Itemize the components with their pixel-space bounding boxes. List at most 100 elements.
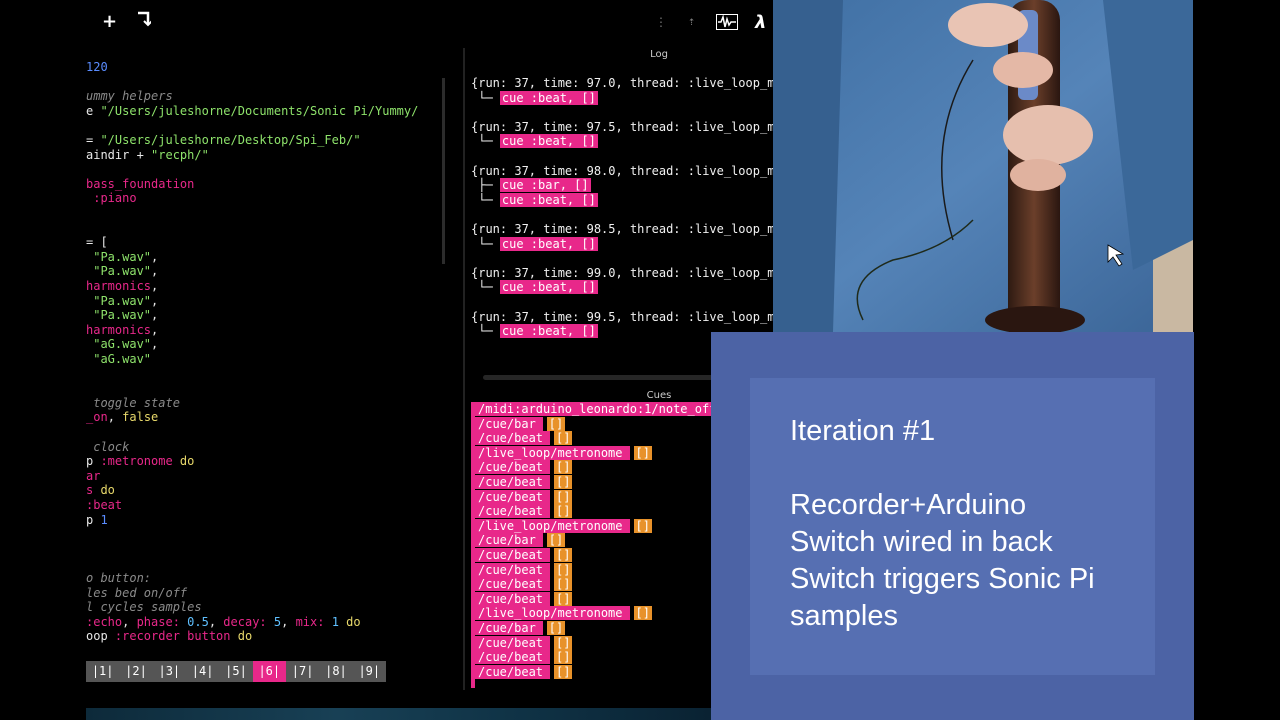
new-buffer-button[interactable]: + (102, 11, 117, 32)
log-cue-pill: cue :bar, [] (499, 178, 591, 193)
cue-row: /cue/beat[] (471, 431, 573, 446)
code-token: , (122, 614, 137, 629)
cue-path: /live_loop/metronome (471, 518, 630, 533)
cue-row: /cue/beat[] (471, 548, 573, 562)
code-line[interactable]: ummy helpers (86, 89, 173, 103)
code-token: decay: (223, 614, 267, 629)
tree-connector: └─ (471, 90, 500, 105)
code-token: :metronome (100, 454, 173, 469)
cue-row: /cue/beat[] (471, 562, 573, 577)
code-line[interactable]: 120 (86, 60, 108, 74)
code-line[interactable]: "aG.wav", (86, 337, 158, 351)
buffer-tab-1[interactable]: |1| (86, 661, 119, 682)
log-cue-pill: cue :beat, [] (499, 134, 598, 149)
code-token: , (151, 249, 159, 264)
cue-path: /cue/beat (471, 475, 551, 489)
log-cue-line: └─ cue :beat, [] (471, 280, 598, 295)
buffer-tab-6[interactable]: |6| (252, 661, 286, 682)
code-line[interactable]: :piano (86, 191, 136, 205)
log-entry-header: {run: 37, time: 99.0, thread: :live_loop… (471, 265, 773, 280)
code-token: do (338, 614, 361, 629)
cue-arg: [] (554, 548, 573, 562)
code-line[interactable]: "Pa.wav", (86, 250, 158, 264)
code-line[interactable]: o button: (86, 571, 151, 585)
more-vertical-icon[interactable]: ⋮ (655, 15, 667, 29)
code-token: = [ (86, 235, 108, 250)
code-line[interactable]: oop :recorder button do (86, 629, 252, 643)
code-line[interactable]: e "/Users/juleshorne/Documents/Sonic Pi/… (86, 104, 418, 118)
code-line[interactable]: :echo, phase: 0.5, decay: 5, mix: 1 do (86, 615, 361, 629)
code-line[interactable]: harmonics, (86, 279, 158, 293)
code-token: "recph/" (151, 147, 209, 162)
code-line[interactable]: "Pa.wav", (86, 264, 158, 278)
lambda-icon[interactable]: λ (755, 12, 766, 33)
code-line[interactable]: s do (86, 483, 115, 497)
code-token: clock (86, 439, 130, 454)
cue-row: /cue/bar[] (471, 416, 566, 431)
cue-arg: [] (633, 445, 652, 460)
cue-path: /cue/beat (471, 504, 551, 519)
code-line[interactable]: :beat (86, 498, 122, 512)
code-token: bass_foundation (86, 176, 195, 191)
upload-icon[interactable]: ⇡ (688, 14, 695, 28)
code-line[interactable]: harmonics, (86, 323, 158, 337)
cue-arg: [] (554, 460, 573, 475)
code-token: = (86, 133, 101, 147)
buffer-tab-2[interactable]: |2| (119, 661, 152, 682)
editor-scrollbar[interactable] (442, 78, 445, 264)
cue-arg: [] (633, 606, 652, 621)
code-line[interactable]: l cycles samples (86, 600, 202, 614)
cue-row: /cue/beat[] (471, 591, 573, 606)
code-token: s (86, 483, 101, 498)
tree-connector: └─ (471, 324, 500, 339)
buffer-tab-8[interactable]: |8| (319, 661, 352, 682)
log-entry-header: {run: 37, time: 98.0, thread: :live_loop… (471, 163, 773, 178)
cue-row: /cue/beat[] (471, 489, 573, 504)
cue-row: /cue/beat[] (471, 475, 573, 489)
pane-divider[interactable] (463, 48, 465, 690)
log-scrollbar[interactable] (483, 375, 713, 380)
return-icon[interactable] (137, 11, 153, 32)
code-line[interactable]: "aG.wav" (86, 352, 151, 366)
log-cue-line: └─ cue :beat, [] (471, 192, 598, 207)
code-line[interactable]: toggle state (86, 396, 180, 410)
code-line[interactable]: = "/Users/juleshorne/Desktop/Spi_Feb/" (86, 133, 361, 147)
code-token: aindir + (86, 147, 152, 162)
code-line[interactable]: = [ (86, 235, 108, 249)
log-panel: {run: 37, time: 97.0, thread: :live_loop… (471, 76, 773, 366)
cue-arg: [] (546, 416, 566, 431)
code-token: , (107, 410, 123, 425)
cue-path: /cue/beat (471, 650, 551, 665)
buffer-tab-5[interactable]: |5| (219, 661, 252, 682)
cue-row: /cue/beat[] (471, 504, 573, 519)
buffer-tab-9[interactable]: |9| (353, 661, 386, 682)
cue-path: /cue/beat (471, 591, 551, 606)
code-line[interactable]: aindir + "recph/" (86, 148, 209, 162)
cue-path: /cue/beat (471, 460, 551, 475)
code-line[interactable]: bass_foundation (86, 177, 194, 191)
code-token: , (208, 614, 224, 629)
cue-row: /cue/beat[] (471, 664, 573, 679)
scope-icon[interactable] (716, 14, 738, 34)
cue-path: /cue/beat (471, 431, 551, 446)
buffer-tab-3[interactable]: |3| (153, 661, 186, 682)
cue-path: /cue/bar (471, 621, 543, 635)
code-token: "Pa.wav" (86, 308, 152, 323)
buffer-tab-4[interactable]: |4| (186, 661, 219, 682)
cue-arg: [] (554, 664, 573, 679)
buffer-tab-7[interactable]: |7| (286, 661, 319, 682)
log-entry-header: {run: 37, time: 97.0, thread: :live_loop… (471, 76, 773, 90)
code-line[interactable]: clock (86, 440, 129, 454)
code-line[interactable]: p 1 (86, 513, 108, 527)
code-token: do (230, 629, 253, 644)
code-line[interactable]: "Pa.wav", (86, 294, 158, 308)
code-line[interactable]: "Pa.wav", (86, 308, 158, 322)
code-token: "/Users/juleshorne/Documents/Sonic Pi/Yu… (100, 103, 419, 118)
code-editor[interactable]: 120 ummy helpers e "/Users/juleshorne/Docu… (86, 60, 446, 660)
card-title: Iteration #1 (790, 415, 936, 447)
code-line[interactable]: _on, false (86, 410, 158, 424)
log-cue-pill: cue :beat, [] (499, 192, 598, 207)
code-line[interactable]: les bed on/off (86, 586, 187, 600)
code-line[interactable]: p :metronome do (86, 454, 194, 468)
code-line[interactable]: ar (86, 469, 100, 483)
